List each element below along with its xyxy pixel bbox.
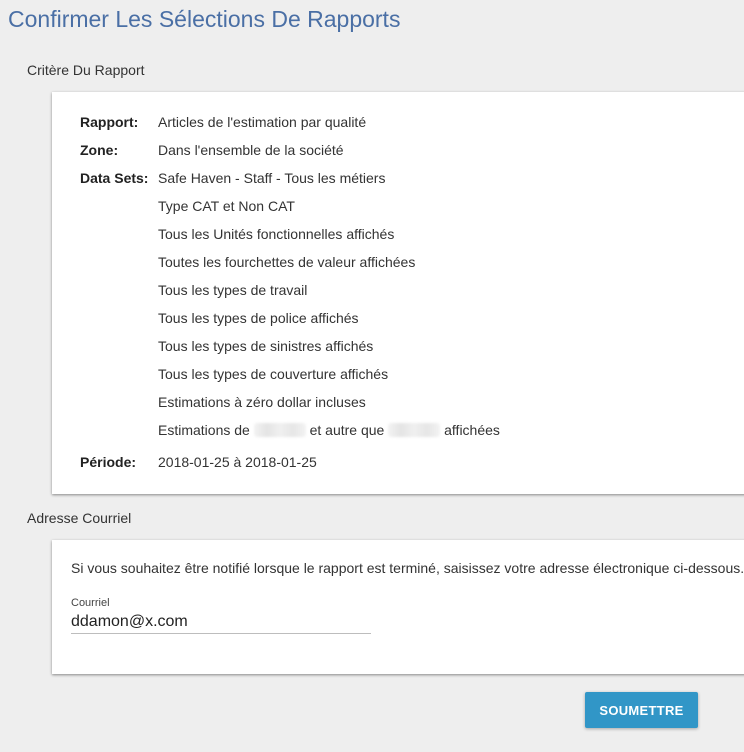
dataset-item-redacted: Estimations de et autre que affichées — [158, 420, 500, 440]
dataset-text-part2: et autre que — [309, 422, 385, 438]
submit-button[interactable]: SOUMETTRE — [585, 692, 698, 728]
dataset-item: Tous les types de sinistres affichés — [158, 338, 374, 354]
dataset-item: Type CAT et Non CAT — [158, 198, 295, 214]
zone-key: Zone: — [80, 142, 119, 158]
report-key: Rapport: — [80, 114, 139, 130]
dataset-item: Tous les Unités fonctionnelles affichés — [158, 226, 395, 242]
redacted-text — [388, 423, 441, 437]
dataset-item: Toutes les fourchettes de valeur affiché… — [158, 254, 416, 270]
zone-row: Zone: Dans l'ensemble de la société — [80, 140, 344, 160]
zone-value: Dans l'ensemble de la société — [158, 142, 344, 158]
redacted-text — [253, 423, 306, 437]
period-value: 2018-01-25 à 2018-01-25 — [158, 454, 317, 470]
email-description: Si vous souhaitez être notifié lorsque l… — [71, 560, 744, 576]
dataset-text-part1: Estimations de — [158, 422, 250, 438]
report-row: Rapport: Articles de l'estimation par qua… — [80, 112, 366, 132]
email-section-label: Adresse Courriel — [27, 510, 132, 526]
dataset-item: Tous les types de travail — [158, 282, 308, 298]
email-field[interactable] — [71, 610, 371, 634]
period-key: Période: — [80, 454, 137, 470]
dataset-text-part3: affichées — [444, 422, 500, 438]
criteria-section-label: Critère Du Rapport — [27, 62, 145, 78]
criteria-card: Rapport: Articles de l'estimation par qua… — [52, 92, 744, 494]
dataset-item: Tous les types de police affichés — [158, 310, 359, 326]
page-title: Confirmer Les Sélections De Rapports — [8, 6, 401, 32]
datasets-row: Data Sets: Safe Haven - Staff - Tous les … — [80, 168, 385, 188]
dataset-item: Estimations à zéro dollar incluses — [158, 394, 366, 410]
dataset-item: Safe Haven - Staff - Tous les métiers — [158, 170, 386, 186]
email-card: Si vous souhaitez être notifié lorsque l… — [52, 540, 744, 674]
report-confirmation-page: Confirmer Les Sélections De Rapports Cri… — [0, 0, 744, 752]
period-row: Période: 2018-01-25 à 2018-01-25 — [80, 452, 317, 472]
report-value: Articles de l'estimation par qualité — [158, 114, 367, 130]
email-field-label: Courriel — [71, 597, 110, 609]
datasets-key: Data Sets: — [80, 170, 149, 186]
dataset-item: Tous les types de couverture affichés — [158, 366, 389, 382]
